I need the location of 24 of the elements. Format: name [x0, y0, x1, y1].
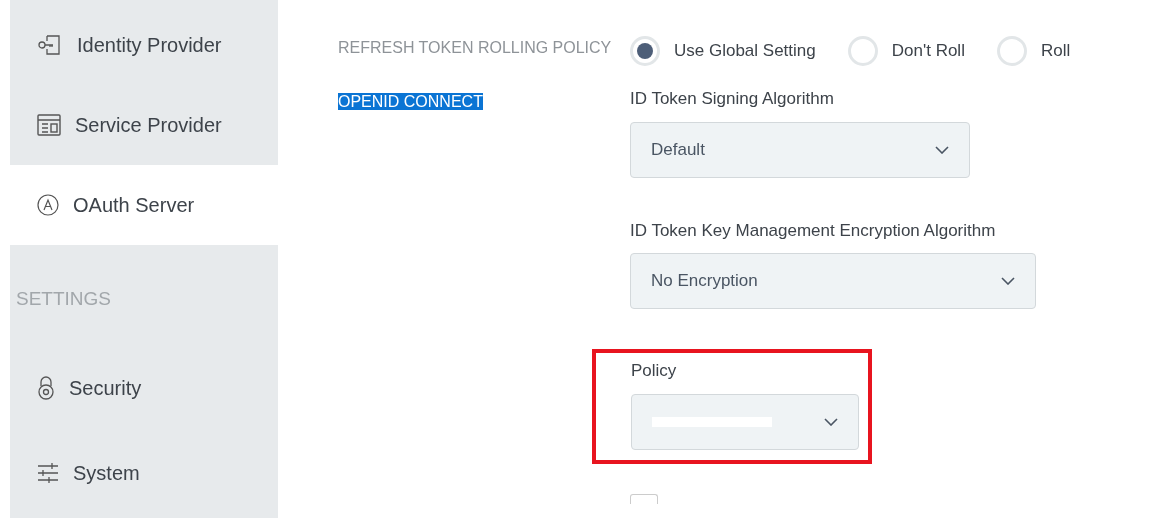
chevron-icon [1001, 277, 1015, 285]
dropdown[interactable] [631, 393, 859, 450]
dropdown[interactable]: No Encryption [630, 253, 1036, 309]
checkbox[interactable] [630, 493, 658, 504]
sliders-icon [37, 462, 59, 483]
radio-label[interactable]: Use Global Setting [674, 38, 816, 64]
field-label: ID Token Key Management Encryption Algorithm [630, 219, 997, 242]
section-heading: OPENID CONNECT [338, 93, 483, 110]
field-label: ID Token Signing Algorithm [630, 88, 835, 110]
field-label: Policy [631, 360, 678, 382]
radio-label[interactable]: Don't Roll [891, 38, 965, 64]
letter-a-icon [37, 194, 59, 216]
radio-label[interactable]: Roll [1040, 38, 1071, 64]
window-icon [37, 114, 61, 136]
chevron-icon [935, 145, 949, 154]
radio-button[interactable] [996, 36, 1027, 66]
radio-button[interactable] [847, 36, 878, 66]
chevron-icon [824, 417, 838, 426]
lock-icon [37, 375, 55, 400]
section-heading: SETTINGS [16, 288, 111, 309]
dropdown[interactable]: Default [630, 121, 970, 178]
key-icon [37, 34, 63, 56]
section-label: REFRESH TOKEN ROLLING POLICY [338, 39, 612, 56]
radio-button[interactable] [630, 36, 660, 66]
